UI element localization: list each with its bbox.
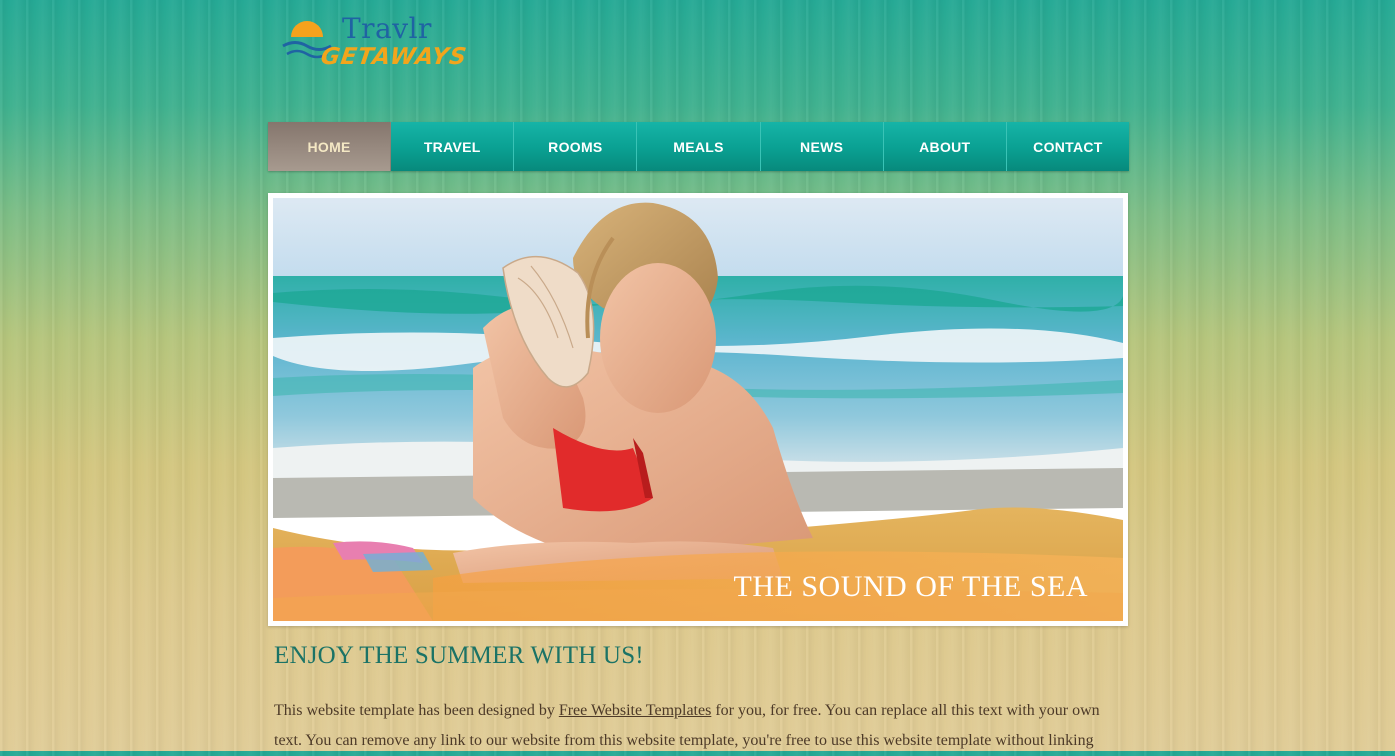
logo-name-line2: GETAWAYS — [319, 44, 469, 70]
nav-item-home[interactable]: HOME — [268, 122, 392, 171]
nav-item-about[interactable]: ABOUT — [883, 122, 1007, 171]
nav-item-contact[interactable]: CONTACT — [1006, 122, 1129, 171]
hero-image: THE SOUND OF THE SEA — [273, 198, 1123, 621]
main-navigation: HOME TRAVEL ROOMS MEALS NEWS ABOUT CONTA… — [268, 122, 1129, 171]
page-headline: ENJOY THE SUMMER WITH US! — [274, 642, 644, 669]
free-website-templates-link[interactable]: Free Website Templates — [559, 702, 712, 719]
sun-icon — [291, 21, 323, 37]
nav-item-rooms[interactable]: ROOMS — [514, 122, 638, 171]
intro-text-before: This website template has been designed … — [274, 702, 559, 719]
nav-item-meals[interactable]: MEALS — [637, 122, 761, 171]
intro-paragraph: This website template has been designed … — [274, 696, 1114, 756]
nav-item-news[interactable]: NEWS — [760, 122, 884, 171]
site-logo[interactable]: Travlr GETAWAYS — [279, 12, 469, 76]
logo-name-line1: Travlr — [342, 12, 432, 45]
hero-caption: THE SOUND OF THE SEA — [734, 570, 1088, 603]
hero-banner: THE SOUND OF THE SEA — [268, 193, 1128, 626]
nav-item-travel[interactable]: TRAVEL — [391, 122, 515, 171]
